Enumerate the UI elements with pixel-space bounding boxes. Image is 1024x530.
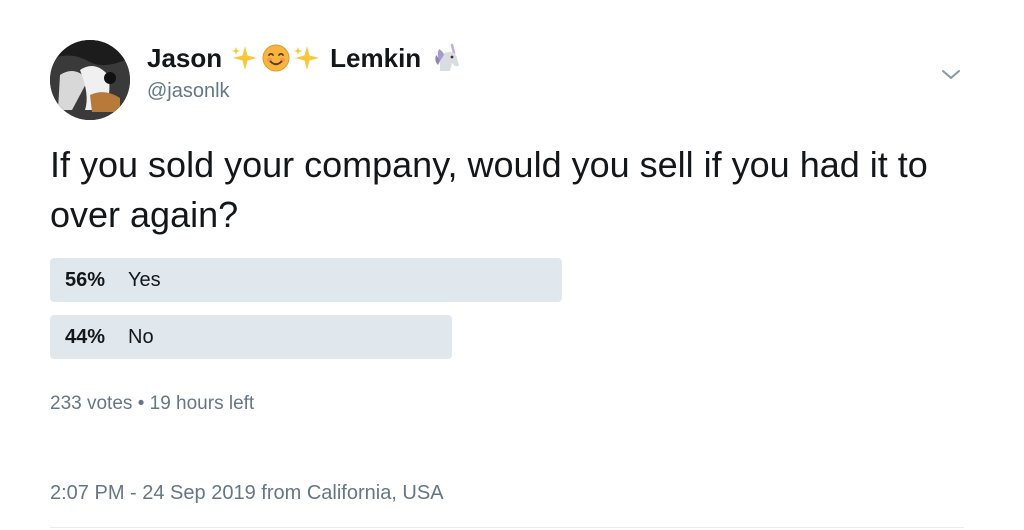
poll-votes: 233 votes <box>50 393 133 414</box>
author-first-name: Jason <box>147 42 223 73</box>
poll-label: Yes <box>128 269 161 291</box>
sparkles-icon <box>293 44 321 72</box>
poll-percent: 56% <box>65 269 106 291</box>
avatar-image <box>50 40 130 120</box>
poll-option-yes[interactable]: 56% Yes <box>50 258 562 302</box>
chevron-down-icon[interactable] <box>938 64 964 84</box>
from-word: from <box>261 482 302 504</box>
tweet-card: Jason Lemkin @jasonlk If you sold your c… <box>0 0 1024 530</box>
divider <box>50 527 964 528</box>
poll-label: No <box>128 326 154 348</box>
unicorn-icon <box>430 41 464 75</box>
tweet-location[interactable]: California, USA <box>307 482 444 504</box>
tweet-text: If you sold your company, would you sell… <box>50 144 928 235</box>
poll-bar <box>50 258 562 302</box>
meta-separator: • <box>137 393 145 414</box>
tweet-time[interactable]: 2:07 PM - 24 Sep 2019 <box>50 482 256 504</box>
smiling-face-icon <box>261 43 291 73</box>
poll-bar <box>50 315 452 359</box>
avatar[interactable] <box>50 40 130 120</box>
sparkles-icon <box>231 44 259 72</box>
poll-percent: 44% <box>65 326 106 348</box>
author-last-name: Lemkin <box>330 42 422 73</box>
poll-time-left: 19 hours left <box>149 393 255 414</box>
poll-option-no[interactable]: 44% No <box>50 315 562 359</box>
tweet-timestamp: 2:07 PM - 24 Sep 2019 from California, U… <box>50 482 444 505</box>
poll-meta: 233 votes • 19 hours left <box>50 393 254 415</box>
author-handle[interactable]: @jasonlk <box>147 80 230 103</box>
author-name[interactable]: Jason Lemkin <box>147 38 465 78</box>
